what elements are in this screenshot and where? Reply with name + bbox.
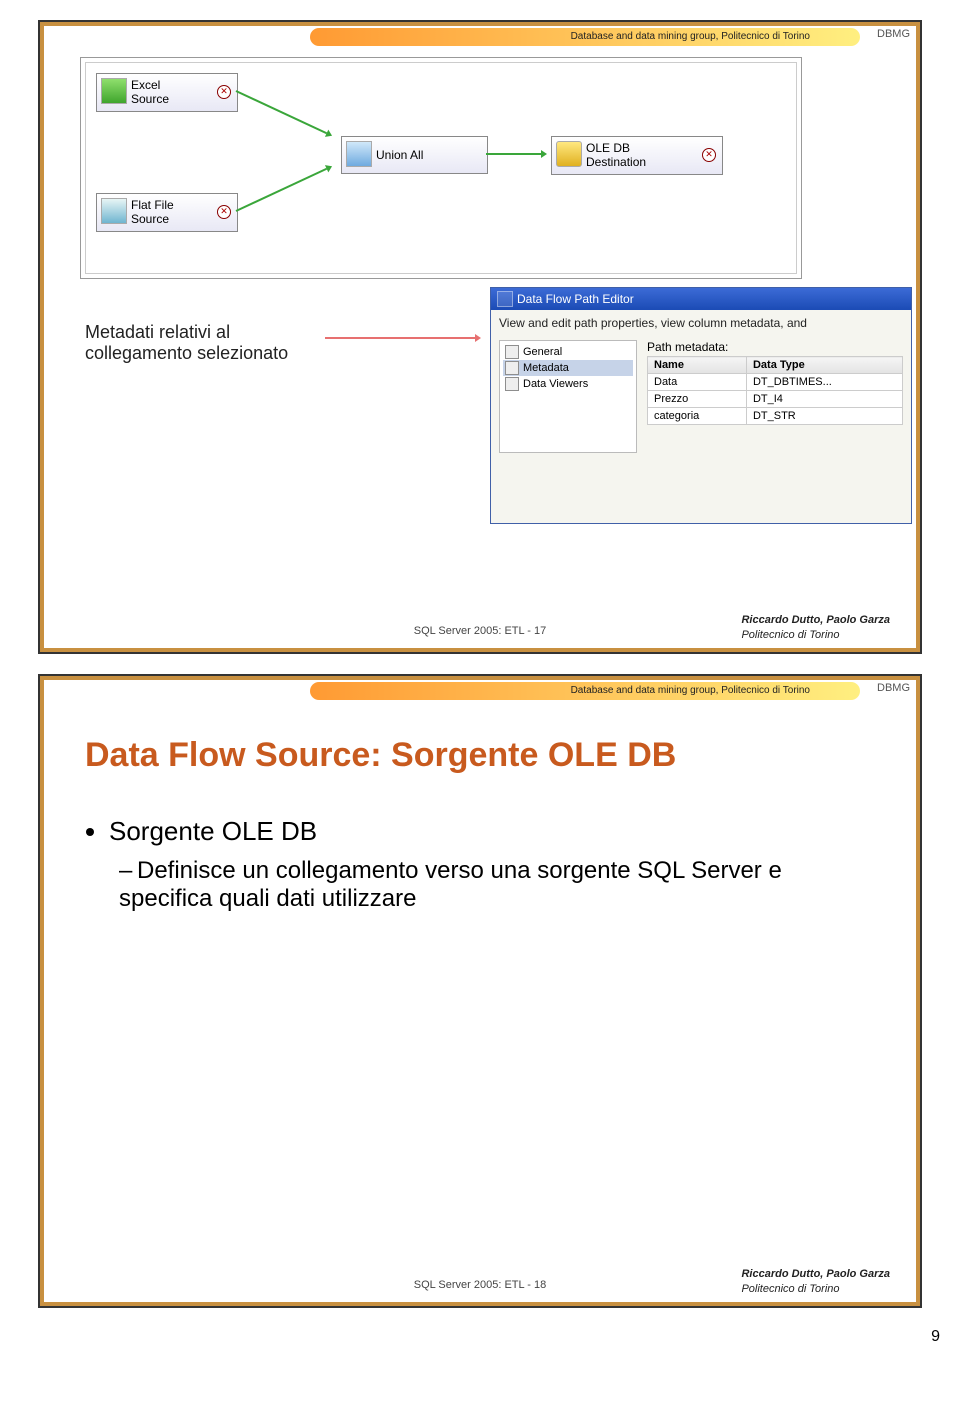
border-left bbox=[40, 676, 44, 1306]
bullet-sub: –Definisce un collegamento verso una sor… bbox=[119, 857, 875, 913]
node-oledb-destination[interactable]: OLE DB Destination ✕ bbox=[551, 136, 723, 175]
error-badge-icon: ✕ bbox=[217, 205, 231, 219]
tree-item-general[interactable]: General bbox=[503, 344, 633, 360]
header-ribbon: Database and data mining group, Politecn… bbox=[310, 682, 860, 700]
page-number: 9 bbox=[0, 1328, 960, 1346]
slide-1: Database and data mining group, Politecn… bbox=[38, 20, 922, 654]
ssis-diagram-canvas: Excel Source ✕ Flat File Source ✕ Union … bbox=[80, 57, 802, 279]
metadata-grid[interactable]: Name Data Type DataDT_DBTIMES... PrezzoD… bbox=[647, 356, 903, 425]
table-row[interactable]: categoriaDT_STR bbox=[648, 408, 903, 425]
node-label: Excel Source bbox=[131, 78, 169, 107]
excel-icon bbox=[101, 78, 127, 104]
border-top bbox=[40, 22, 920, 26]
database-icon bbox=[556, 141, 582, 167]
table-row[interactable]: DataDT_DBTIMES... bbox=[648, 374, 903, 391]
slide-body: Sorgente OLE DB –Definisce un collegamen… bbox=[85, 816, 875, 913]
tree-item-metadata[interactable]: Metadata bbox=[503, 360, 633, 376]
slide-footer-credit: Riccardo Dutto, Paolo Garza Politecnico … bbox=[741, 613, 890, 642]
node-label: Flat File Source bbox=[131, 198, 174, 227]
node-union-all[interactable]: Union All bbox=[341, 136, 488, 174]
border-right bbox=[916, 676, 920, 1306]
flow-arrow bbox=[236, 90, 327, 134]
flow-arrow bbox=[236, 168, 327, 212]
grid-caption: Path metadata: bbox=[647, 340, 903, 354]
slide-2: Database and data mining group, Politecn… bbox=[38, 674, 922, 1308]
slide-footer-credit: Riccardo Dutto, Paolo Garza Politecnico … bbox=[741, 1267, 890, 1296]
editor-nav-tree[interactable]: General Metadata Data Viewers bbox=[499, 340, 637, 453]
window-description: View and edit path properties, view colu… bbox=[491, 310, 911, 340]
annotation-text: Metadati relativi al collegamento selezi… bbox=[85, 322, 288, 364]
node-label: OLE DB Destination bbox=[586, 141, 646, 170]
error-badge-icon: ✕ bbox=[217, 85, 231, 99]
border-left bbox=[40, 22, 44, 652]
table-header-row: Name Data Type bbox=[648, 357, 903, 374]
union-icon bbox=[346, 141, 372, 167]
header-logo: DBMG bbox=[877, 682, 910, 694]
flatfile-icon bbox=[101, 198, 127, 224]
node-flatfile-source[interactable]: Flat File Source ✕ bbox=[96, 193, 238, 232]
flow-arrow bbox=[486, 153, 541, 155]
border-bottom bbox=[40, 648, 920, 652]
node-excel-source[interactable]: Excel Source ✕ bbox=[96, 73, 238, 112]
header-ribbon: Database and data mining group, Politecn… bbox=[310, 28, 860, 46]
border-bottom bbox=[40, 1302, 920, 1306]
col-header[interactable]: Data Type bbox=[746, 357, 902, 374]
data-flow-path-editor-window[interactable]: Data Flow Path Editor View and edit path… bbox=[490, 287, 912, 524]
grid-panel: Path metadata: Name Data Type DataDT_DBT… bbox=[647, 340, 903, 453]
border-top bbox=[40, 676, 920, 680]
editor-body: General Metadata Data Viewers Path metad… bbox=[491, 340, 911, 453]
col-header[interactable]: Name bbox=[648, 357, 747, 374]
error-badge-icon: ✕ bbox=[702, 148, 716, 162]
slide-title: Data Flow Source: Sorgente OLE DB bbox=[85, 736, 676, 775]
table-row[interactable]: PrezzoDT_I4 bbox=[648, 391, 903, 408]
annotation-arrow bbox=[325, 337, 475, 339]
node-label: Union All bbox=[376, 148, 423, 162]
tree-item-data-viewers[interactable]: Data Viewers bbox=[503, 376, 633, 392]
window-title-label: Data Flow Path Editor bbox=[517, 292, 634, 306]
bullet-main: Sorgente OLE DB bbox=[109, 816, 875, 847]
header-logo: DBMG bbox=[877, 28, 910, 40]
window-titlebar[interactable]: Data Flow Path Editor bbox=[491, 288, 911, 310]
border-right bbox=[916, 22, 920, 652]
